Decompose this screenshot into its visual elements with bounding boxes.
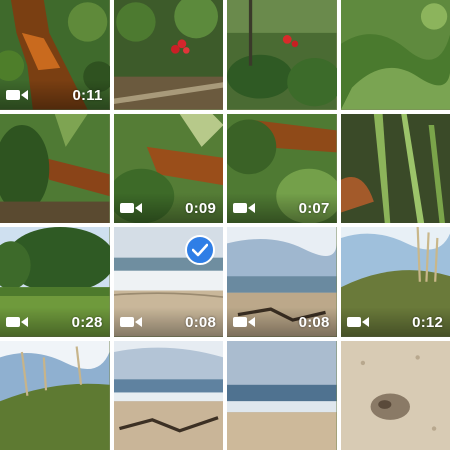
media-tile[interactable] <box>340 0 450 110</box>
video-camera-icon <box>346 316 369 327</box>
thumbnail-ocean-beach <box>227 340 337 450</box>
video-duration: 0:28 <box>71 313 103 331</box>
media-tile[interactable] <box>0 340 110 450</box>
video-camera-icon <box>119 203 142 213</box>
media-tile[interactable]: 0:08 <box>227 227 337 337</box>
thumbnail-beach-shore <box>113 340 223 450</box>
thumbnail-garden-plants <box>227 0 337 110</box>
video-camera-icon <box>119 316 142 327</box>
media-tile[interactable] <box>113 340 223 450</box>
media-grid: 0:11 0:09 0:07 0:28 0:08 0:08 0:12 <box>0 0 450 450</box>
video-duration: 0:07 <box>298 200 330 217</box>
video-duration: 0:12 <box>412 313 443 331</box>
video-duration: 0:08 <box>185 313 216 331</box>
media-tile[interactable] <box>227 340 337 450</box>
media-tile[interactable]: 0:11 <box>0 0 110 110</box>
video-duration: 0:08 <box>298 313 330 331</box>
media-tile[interactable] <box>227 0 337 110</box>
video-camera-icon <box>6 316 28 327</box>
thumbnail-creek-bank <box>0 113 110 223</box>
media-tile[interactable] <box>0 113 110 223</box>
thumbnail-dune-grass <box>0 340 110 450</box>
thumbnail-sand-fish <box>340 340 450 450</box>
thumbnail-ferns <box>340 0 450 110</box>
media-tile[interactable] <box>113 0 223 110</box>
media-tile[interactable]: 0:09 <box>113 113 223 223</box>
media-tile[interactable] <box>340 113 450 223</box>
media-tile[interactable]: 0:12 <box>340 227 450 337</box>
video-duration: 0:11 <box>72 86 103 104</box>
media-tile[interactable] <box>340 340 450 450</box>
video-camera-icon <box>6 89 28 100</box>
video-camera-icon <box>233 203 255 213</box>
thumbnail-palm-fronds <box>340 113 450 223</box>
media-tile[interactable]: 0:07 <box>227 113 337 223</box>
media-tile[interactable]: 0:28 <box>0 227 110 337</box>
media-tile[interactable]: 0:08 <box>113 227 223 337</box>
video-duration: 0:09 <box>185 200 216 217</box>
video-camera-icon <box>233 316 255 327</box>
thumbnail-red-flowers <box>113 0 223 110</box>
checkmark-icon[interactable] <box>185 235 215 265</box>
